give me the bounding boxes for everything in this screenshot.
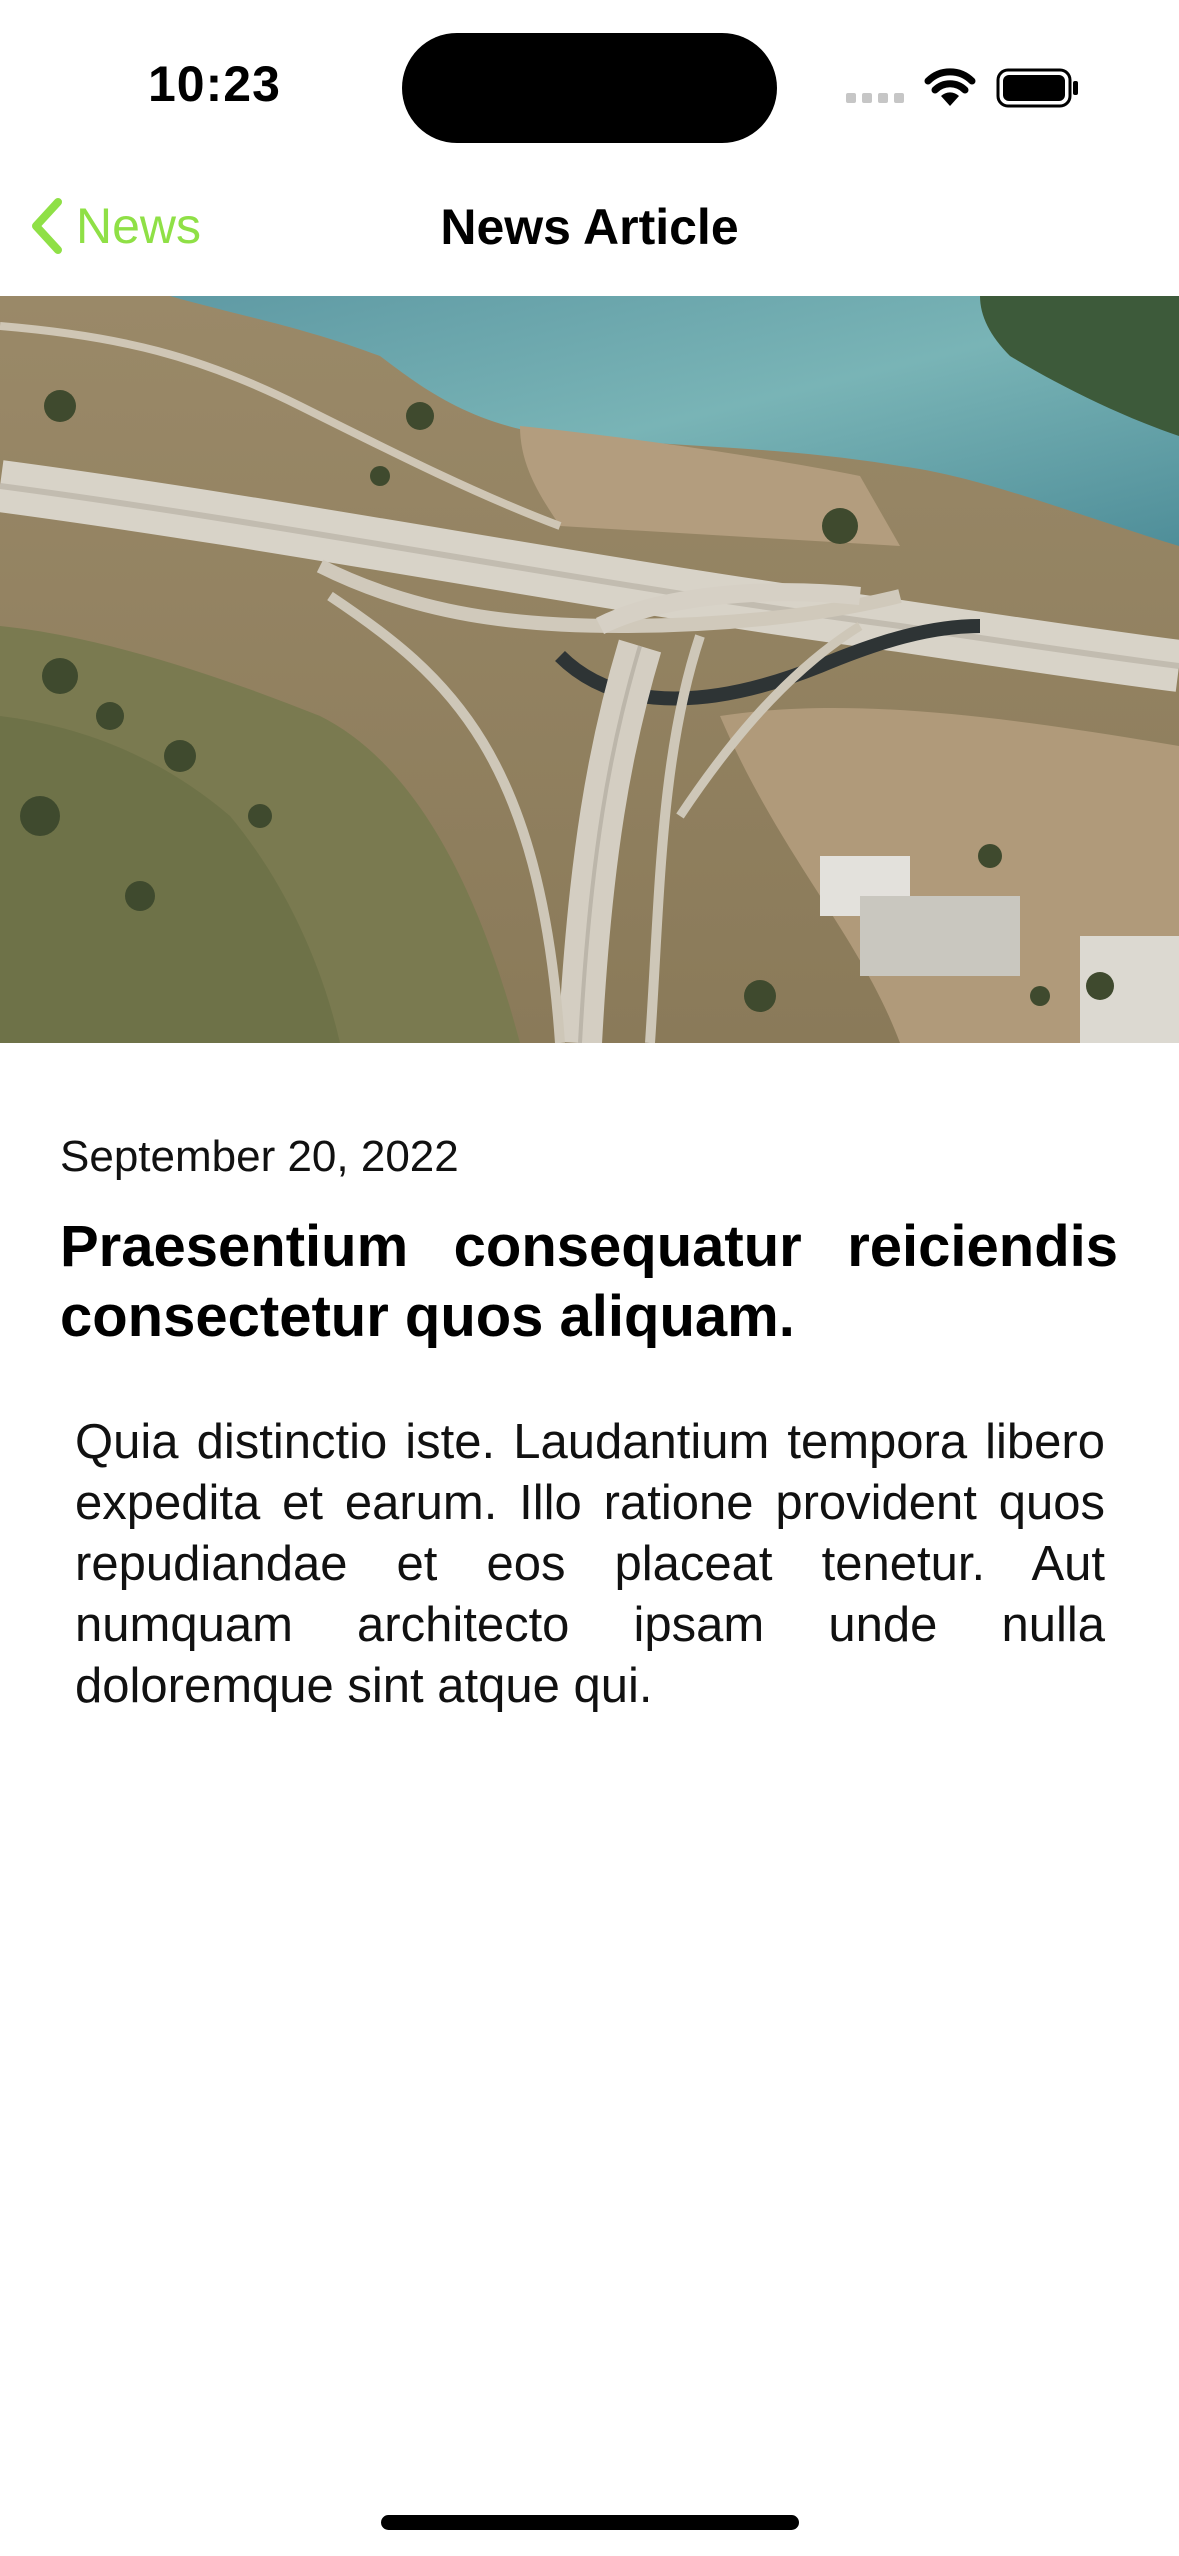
article-hero-image [0,296,1179,1043]
wifi-icon [924,68,976,106]
home-indicator[interactable] [381,2515,799,2530]
article-title: Praesentium consequatur reiciendis conse… [60,1214,1118,1349]
navigation-bar: News News Article [0,170,1179,296]
status-bar: 10:23 [0,0,1179,170]
signal-icon [846,93,906,105]
page-title: News Article [440,199,739,255]
aerial-highway-photo [0,296,1179,1043]
article-date: September 20, 2022 [60,1132,459,1181]
dynamic-island [402,33,777,143]
battery-icon [996,68,1078,108]
status-time: 10:23 [148,56,281,112]
article-body: Quia distinctio iste. Laudantium tempora… [75,1415,1105,1713]
